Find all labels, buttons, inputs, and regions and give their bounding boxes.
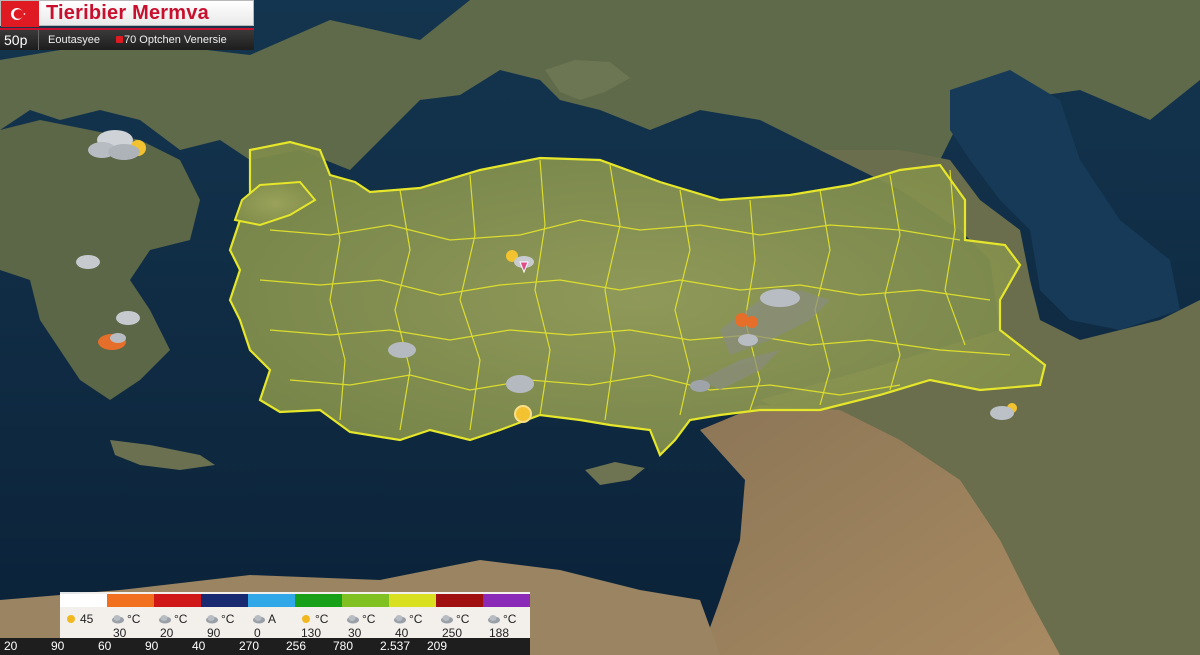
legend-label-text: °C <box>174 612 188 626</box>
legend-label: A <box>252 612 299 626</box>
legend-swatch <box>248 594 295 607</box>
flag-panel <box>1 1 39 27</box>
cloud-icon <box>76 255 100 269</box>
legend-footer-value: 60 <box>98 639 112 653</box>
legend-label-text: °C <box>456 612 470 626</box>
cloud-icon <box>388 342 416 358</box>
legend-footer-value: 256 <box>286 639 307 653</box>
legend-footer-value: 90 <box>51 639 65 653</box>
legend-label-text: °C <box>221 612 235 626</box>
info-bar: 50p Eoutasyee 70 Optchen Venersie <box>0 28 254 50</box>
legend-label-text: °C <box>127 612 141 626</box>
cloud-icon <box>159 615 171 624</box>
legend-label: °C <box>205 612 252 626</box>
legend-label: °C <box>299 612 346 626</box>
legend-label: °C <box>158 612 205 626</box>
cloud-icon <box>347 615 359 624</box>
region-label: Eoutasyee <box>48 34 100 46</box>
legend-label: °C <box>487 612 534 626</box>
legend-footer-value: 209 <box>427 639 448 653</box>
legend-label-text: °C <box>409 612 423 626</box>
legend-footer: 20 90 60 90 40 270 256 780 2.537 209 <box>0 638 530 655</box>
cloud-icon <box>441 615 453 624</box>
legend-label-text: A <box>268 612 277 626</box>
legend-swatch <box>295 594 342 607</box>
legend-label: °C <box>440 612 487 626</box>
turkey-flag-icon <box>11 8 26 20</box>
page-title: Tieribier Mermva <box>46 2 209 24</box>
legend-label: °C <box>346 612 393 626</box>
legend-label-text: °C <box>362 612 376 626</box>
legend-swatch <box>60 594 107 607</box>
cloud-icon <box>506 375 534 393</box>
cloud-icon <box>116 311 140 325</box>
legend-label: 45 <box>64 612 111 626</box>
legend-swatch <box>389 594 436 607</box>
legend-footer-value: 2.537 <box>380 639 411 653</box>
sun-icon <box>302 615 310 623</box>
legend-swatch <box>201 594 248 607</box>
broadcast-header: Tieribier Mermva 50p Eoutasyee 70 Optche… <box>0 0 254 50</box>
legend-swatch <box>107 594 154 607</box>
legend-swatch <box>436 594 483 607</box>
cloud-icon <box>206 615 218 624</box>
cloud-icon <box>488 615 500 624</box>
legend-swatch <box>154 594 201 607</box>
legend-footer-value: 20 <box>4 639 18 653</box>
cloud-icon <box>690 380 710 392</box>
cloud-icon <box>394 615 406 624</box>
legend-label-text: °C <box>503 612 517 626</box>
map-canvas[interactable] <box>0 0 1200 655</box>
info-label: 70 Optchen Venersie <box>124 34 227 46</box>
sun-icon <box>514 405 532 423</box>
title-bar: Tieribier Mermva <box>0 0 254 27</box>
legend-label: °C <box>111 612 158 626</box>
cloud-icon <box>112 615 124 624</box>
sun-icon <box>67 615 75 623</box>
legend-footer-value: 270 <box>239 639 260 653</box>
legend-label-text: 45 <box>80 612 94 626</box>
legend-footer-value: 780 <box>333 639 354 653</box>
legend-footer-value: 90 <box>145 639 159 653</box>
red-dot-icon <box>116 36 123 43</box>
cloud-icon <box>253 615 265 624</box>
time-label: 50p <box>4 32 28 48</box>
legend-label: °C <box>393 612 440 626</box>
divider <box>38 30 39 50</box>
legend-footer-value: 40 <box>192 639 206 653</box>
storm-cloud-icon <box>760 289 800 307</box>
legend-swatch <box>483 594 530 607</box>
legend-swatch <box>342 594 389 607</box>
legend-label-text: °C <box>315 612 329 626</box>
